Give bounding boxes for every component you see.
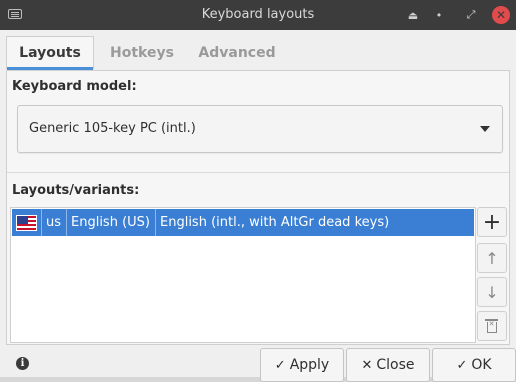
arrow-up-icon: ↑: [485, 248, 499, 268]
flag-cell: [12, 209, 42, 236]
close-window-button[interactable]: ✕: [492, 6, 510, 24]
keyboard-model-select[interactable]: Generic 105-key PC (intl.): [17, 105, 503, 153]
layouts-variants-label: Layouts/variants:: [12, 183, 140, 198]
layout-code-cell: us: [42, 209, 67, 236]
layouts-panel: Keyboard model: Generic 105-key PC (intl…: [6, 70, 510, 345]
us-flag-icon: [16, 214, 37, 231]
tab-bar: Layouts Hotkeys Advanced: [6, 36, 510, 70]
tab-layouts[interactable]: Layouts: [6, 36, 94, 70]
shade-icon: ⏏: [407, 8, 419, 22]
minimize-icon: •: [435, 8, 443, 22]
move-down-button[interactable]: ↓: [477, 277, 507, 307]
title-bar[interactable]: Keyboard layouts ⏏ • ⤢ ✕: [0, 0, 516, 30]
maximize-button[interactable]: ⤢: [461, 5, 481, 25]
keyboard-model-label: Keyboard model:: [12, 79, 137, 94]
layout-name-cell: English (US): [67, 209, 156, 236]
checkmark-icon: ✓: [274, 357, 286, 373]
keyboard-model-value: Generic 105-key PC (intl.): [29, 121, 196, 136]
maximize-icon: ⤢: [466, 8, 476, 21]
x-icon: ✕: [361, 357, 373, 373]
minimize-button[interactable]: •: [429, 5, 449, 25]
arrow-down-icon: ↓: [485, 282, 499, 302]
tab-advanced[interactable]: Advanced: [192, 36, 282, 69]
keyboard-layouts-window: Keyboard layouts ⏏ • ⤢ ✕ Layouts Hotkeys…: [0, 0, 516, 382]
info-icon[interactable]: i: [16, 357, 29, 370]
trash-icon: [485, 319, 498, 333]
dialog-button-bar: i ✓ Apply ✕ Close ✓ OK: [0, 345, 516, 382]
table-row[interactable]: us English (US) English (intl., with Alt…: [12, 209, 474, 236]
close-icon: ✕: [495, 8, 507, 22]
plus-icon: +: [482, 209, 502, 235]
close-button-label: Close: [376, 357, 415, 373]
section-divider: [7, 172, 509, 173]
apply-button-label: Apply: [289, 357, 330, 373]
tab-hotkeys[interactable]: Hotkeys: [102, 36, 182, 69]
checkmark-icon: ✓: [456, 357, 468, 373]
move-up-button[interactable]: ↑: [477, 243, 507, 273]
add-layout-button[interactable]: +: [477, 207, 507, 237]
layout-variant-cell: English (intl., with AltGr dead keys): [160, 215, 390, 230]
remove-layout-button[interactable]: [477, 311, 507, 341]
shade-button[interactable]: ⏏: [403, 5, 423, 25]
chevron-down-icon: [480, 126, 490, 132]
layouts-list[interactable]: us English (US) English (intl., with Alt…: [10, 207, 476, 343]
ok-button-label: OK: [471, 357, 492, 373]
